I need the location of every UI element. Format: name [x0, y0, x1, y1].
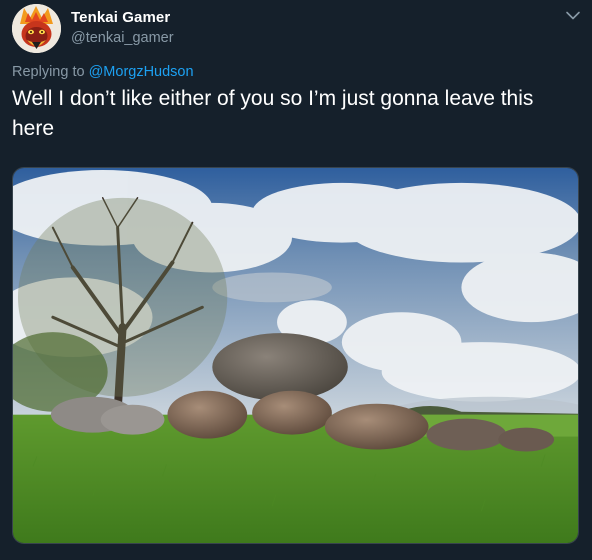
tweet-card: Tenkai Gamer @tenkai_gamer Replying to @… [0, 0, 592, 560]
tweet-photo[interactable] [12, 167, 579, 544]
tweet-text: Well I don’t like either of you so I’m j… [12, 87, 534, 140]
landscape-photo [13, 168, 578, 543]
reply-context-prefix: Replying to [12, 64, 89, 80]
chevron-down-icon[interactable] [563, 8, 583, 24]
author-avatar[interactable] [12, 4, 61, 53]
author-display-name[interactable]: Tenkai Gamer [71, 9, 170, 26]
author-handle[interactable]: @tenkai_gamer [71, 30, 174, 46]
avatar-image [12, 4, 61, 53]
reply-context: Replying to @MorgzHudson [12, 64, 194, 80]
reply-mention-link[interactable]: @MorgzHudson [89, 64, 194, 80]
